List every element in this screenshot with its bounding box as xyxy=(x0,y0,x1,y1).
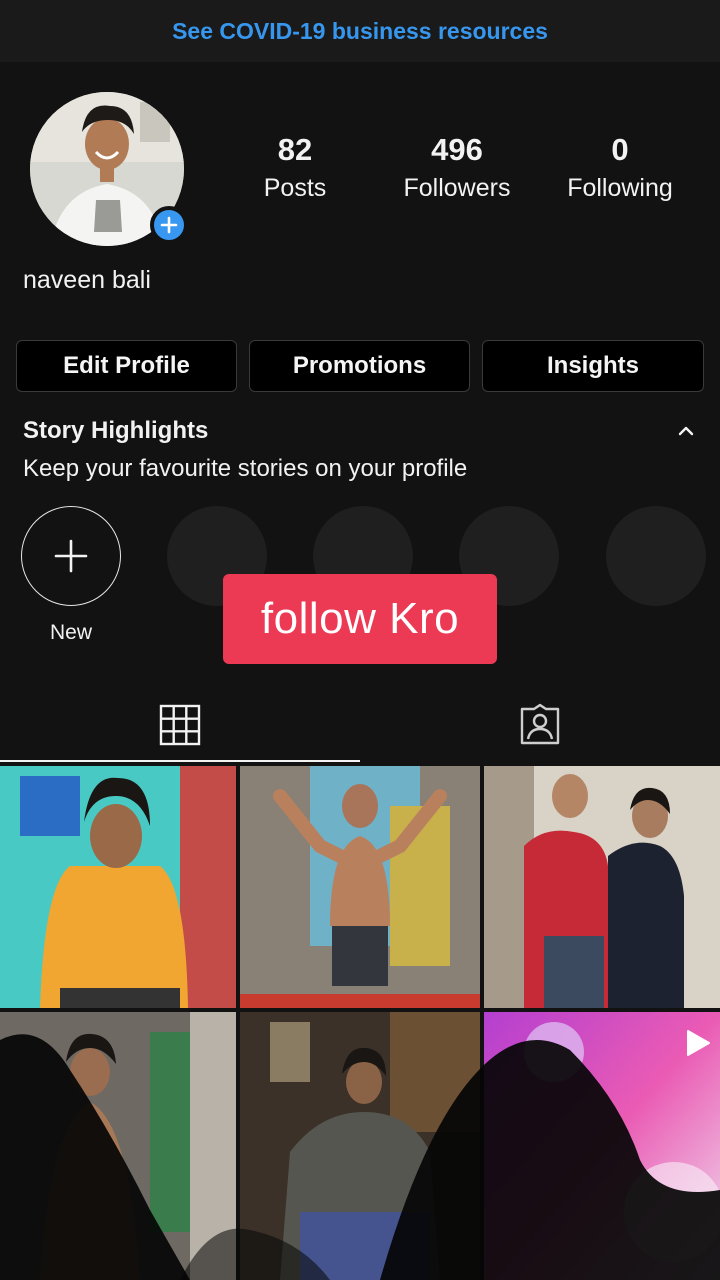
post-thumbnail[interactable] xyxy=(240,766,480,1008)
new-highlight-button[interactable] xyxy=(21,506,121,606)
new-highlight-label: New xyxy=(49,621,92,644)
post-thumbnail[interactable] xyxy=(240,1012,480,1280)
following-stat[interactable]: 0 Following xyxy=(545,130,695,206)
posts-stat[interactable]: 82 Posts xyxy=(220,130,370,206)
tab-tagged[interactable] xyxy=(360,690,720,760)
grid-icon xyxy=(159,704,201,746)
post-thumbnail[interactable] xyxy=(0,766,236,1008)
profile-username: naveen bali xyxy=(23,266,151,294)
follow-overlay-text: follow Kro xyxy=(260,594,460,643)
story-highlights-subtitle: Keep your favourite stories on your prof… xyxy=(23,455,468,482)
active-tab-indicator xyxy=(0,760,360,762)
profile-avatar-container[interactable] xyxy=(30,92,188,246)
tab-posts-grid[interactable] xyxy=(0,690,360,760)
follow-overlay-sticker: follow Kro xyxy=(223,574,497,664)
chevron-up-icon[interactable] xyxy=(676,421,696,441)
covid-resources-link[interactable]: See COVID-19 business resources xyxy=(172,18,548,45)
promotions-button[interactable]: Promotions xyxy=(249,340,470,392)
tagged-person-icon xyxy=(520,703,560,745)
followers-stat[interactable]: 496 Followers xyxy=(382,130,532,206)
posts-label: Posts xyxy=(263,174,327,202)
edit-profile-button[interactable]: Edit Profile xyxy=(16,340,237,392)
highlight-placeholder xyxy=(606,506,706,606)
covid-resources-banner[interactable]: See COVID-19 business resources xyxy=(0,0,720,62)
plus-icon xyxy=(54,539,88,573)
play-icon xyxy=(687,1030,710,1056)
add-story-button[interactable] xyxy=(150,206,188,244)
posts-grid xyxy=(0,766,720,1280)
insights-button[interactable]: Insights xyxy=(482,340,704,392)
post-thumbnail[interactable] xyxy=(484,1012,720,1280)
plus-icon xyxy=(160,216,178,234)
followers-label: Followers xyxy=(403,174,511,202)
story-highlights-title: Story Highlights xyxy=(23,417,209,444)
following-label: Following xyxy=(567,174,673,202)
posts-count: 82 xyxy=(277,132,313,167)
following-count: 0 xyxy=(611,132,629,167)
followers-count: 496 xyxy=(431,132,483,167)
post-thumbnail[interactable] xyxy=(0,1012,236,1280)
post-thumbnail[interactable] xyxy=(484,766,720,1008)
